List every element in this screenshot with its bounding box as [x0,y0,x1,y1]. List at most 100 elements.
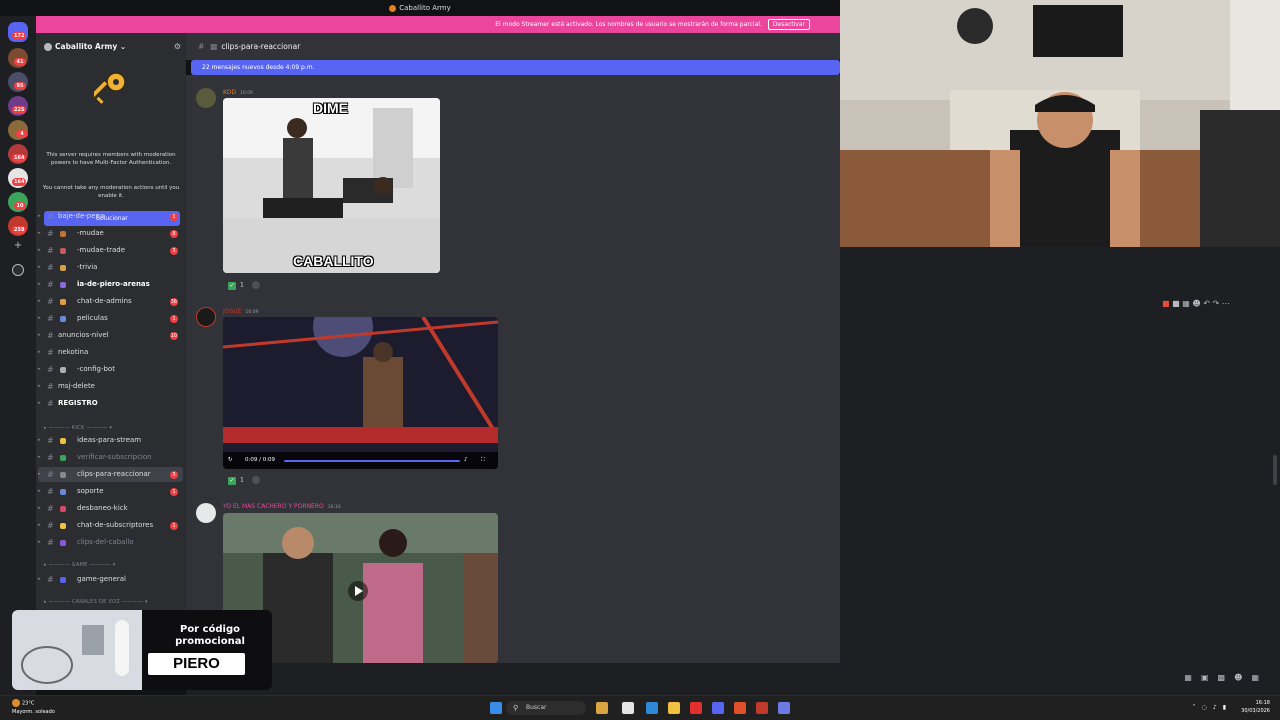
channel-label: REGISTRO [58,399,98,407]
hash-icon: # [47,348,54,357]
category-label[interactable]: ▸ ———— KICK ———— ▾ [44,425,112,431]
replay-icon[interactable]: ↻ [228,452,233,469]
message-area: KOD16:09 DIME CABALLITO ✓1 JOSUE16:09 [186,75,840,663]
app-icon[interactable] [778,702,790,714]
meme-image[interactable]: DIME CABALLITO [223,98,440,273]
channel-item[interactable]: ▸ # chat-de-admins 36 [38,294,183,309]
reply-icon[interactable]: ↶ [1203,299,1210,308]
server-name: Caballito Army [55,42,118,51]
channel-sidebar: Caballito Army ⌄ ⚙ This server requires … [36,33,186,663]
message-author[interactable]: KOD 16:09 [223,89,253,96]
category-label[interactable]: ▸ ———— GAME ———— ▾ [44,562,116,568]
hash-icon: # [47,538,54,547]
channel-item[interactable]: ▸ # anuncios-nivel 10 [38,328,183,343]
volume-icon: ♪ [1212,704,1223,711]
message-author[interactable]: YO EL MAS CACHERO Y PORNERO 16:10 [223,503,341,510]
promo-graphic [12,610,142,690]
discord-icon[interactable] [712,702,724,714]
chevron-right-icon: ▸ [38,298,41,304]
disable-streamer-button[interactable]: Desactivar [767,19,810,30]
battery-icon: ▮ [1222,704,1232,711]
video-player[interactable]: ↻ 0:09 / 0:09 ♪ ⛶ [223,317,498,469]
channel-item[interactable]: ▸ # game-general [38,572,183,587]
channel-item[interactable]: ▸ # -trivia [38,260,183,275]
reaction-row[interactable]: ✓ 1 [228,476,260,486]
chevron-right-icon: ▸ [38,332,41,338]
more-icon[interactable]: ⋯ [1222,299,1230,308]
channel-item[interactable]: ▸ # ideas-para-stream [38,433,183,448]
reaction-icon[interactable]: ▦ [1182,299,1190,308]
copilot-icon[interactable] [646,702,658,714]
sticker-icon[interactable]: ▩ [1218,673,1235,682]
chevron-right-icon: ▸ [38,400,41,406]
channel-item[interactable]: ▸ # REGISTRO [38,396,183,411]
apps-icon[interactable]: ▦ [1251,673,1268,682]
channel-item[interactable]: ▸ # desbaneo-kick [38,501,183,516]
channel-item[interactable]: ▸ # -mudae-trade 3 [38,243,183,258]
new-messages-bar[interactable]: 22 mensajes nuevos desde 4:09 p.m. [191,60,840,75]
avatar[interactable] [196,307,216,327]
chevron-right-icon: ▸ [38,213,41,219]
add-server-icon[interactable]: + [12,240,24,252]
forward-icon[interactable]: ↷ [1212,299,1219,308]
unread-badge: 1 [170,213,178,221]
weather-widget[interactable]: 23°C Mayorm. soleado [12,699,55,716]
category-label[interactable]: ▸ ———— CANALES DE VOZ ———— ▾ [44,599,148,605]
add-member-icon[interactable]: ⚙ [174,42,181,51]
add-reaction-icon[interactable]: ☻ [1192,299,1200,308]
channel-item[interactable]: ▸ # ia-de-piero-arenas [38,277,183,292]
channel-emoji-icon [60,316,66,322]
hash-icon: # [47,382,54,391]
avatar[interactable] [196,88,216,108]
channel-item[interactable]: ▸ # nekotina [38,345,183,360]
reaction-icon[interactable]: ■ [1162,299,1170,308]
message-author[interactable]: JOSUE 16:09 [223,308,258,315]
scrollbar[interactable] [1273,455,1277,485]
hash-icon: # [47,487,54,496]
channel-item[interactable]: ▸ # msj-delete [38,379,183,394]
clock-date: 30/03/2026 [1241,708,1270,714]
rail-badge: 95 [14,82,26,90]
server-header[interactable]: Caballito Army ⌄ ⚙ [36,33,186,60]
channel-item[interactable]: ▸ # baje-de-pepa 1 [38,209,183,224]
channel-emoji-icon [60,489,66,495]
reaction-icon[interactable]: ■ [1172,299,1180,308]
widget-icon[interactable] [596,702,608,714]
task-view-icon[interactable] [622,702,634,714]
channel-label: ideas-para-stream [77,436,142,444]
chevron-right-icon: ▸ [38,454,41,460]
taskbar-search[interactable]: ⚲ Buscar [506,701,586,715]
hash-icon: # [47,504,54,513]
brave-icon[interactable] [734,702,746,714]
gif-icon[interactable]: ▣ [1201,673,1218,682]
app-icon[interactable] [756,702,768,714]
channel-item[interactable]: ▸ # chat-de-subscriptores 1 [38,518,183,533]
taskbar-clock[interactable]: 16:18 30/03/2026 [1241,699,1270,715]
start-icon[interactable] [490,702,502,714]
add-reaction-icon[interactable] [251,281,260,289]
reaction-row[interactable]: ✓ 1 [228,281,260,291]
video-progress-bar[interactable] [284,460,460,462]
fullscreen-icon[interactable]: ⛶ [481,452,485,469]
emoji-icon[interactable]: ☻ [1234,673,1251,682]
channel-item[interactable]: ▸ # peliculas 1 [38,311,183,326]
discover-icon[interactable] [12,264,24,276]
check-emoji-icon: ✓ [228,476,236,485]
weather-temp: 23°C [22,700,35,707]
app-icon[interactable] [690,702,702,714]
channel-item[interactable]: ▸ # clips-del-caballo [38,535,183,550]
channel-item[interactable]: ▸ # verificar-subscripcion [38,450,183,465]
system-tray[interactable]: ˄◌♪▮ [1193,704,1232,711]
volume-icon[interactable]: ♪ [464,452,468,469]
gift-icon[interactable]: ▦ [1184,673,1201,682]
avatar[interactable] [196,503,216,523]
channel-label: soporte [77,487,104,495]
channel-item[interactable]: ▸ # clips-para-reaccionar 3 [38,467,183,482]
file-explorer-icon[interactable] [668,702,680,714]
video-controls: ↻ 0:09 / 0:09 ♪ ⛶ [223,452,498,469]
channel-item[interactable]: ▸ # -mudae 8 [38,226,183,241]
channel-item[interactable]: ▸ # soporte 1 [38,484,183,499]
channel-item[interactable]: ▸ # -config-bot [38,362,183,377]
chevron-right-icon: ▸ [38,349,41,355]
add-reaction-icon[interactable] [251,476,260,484]
